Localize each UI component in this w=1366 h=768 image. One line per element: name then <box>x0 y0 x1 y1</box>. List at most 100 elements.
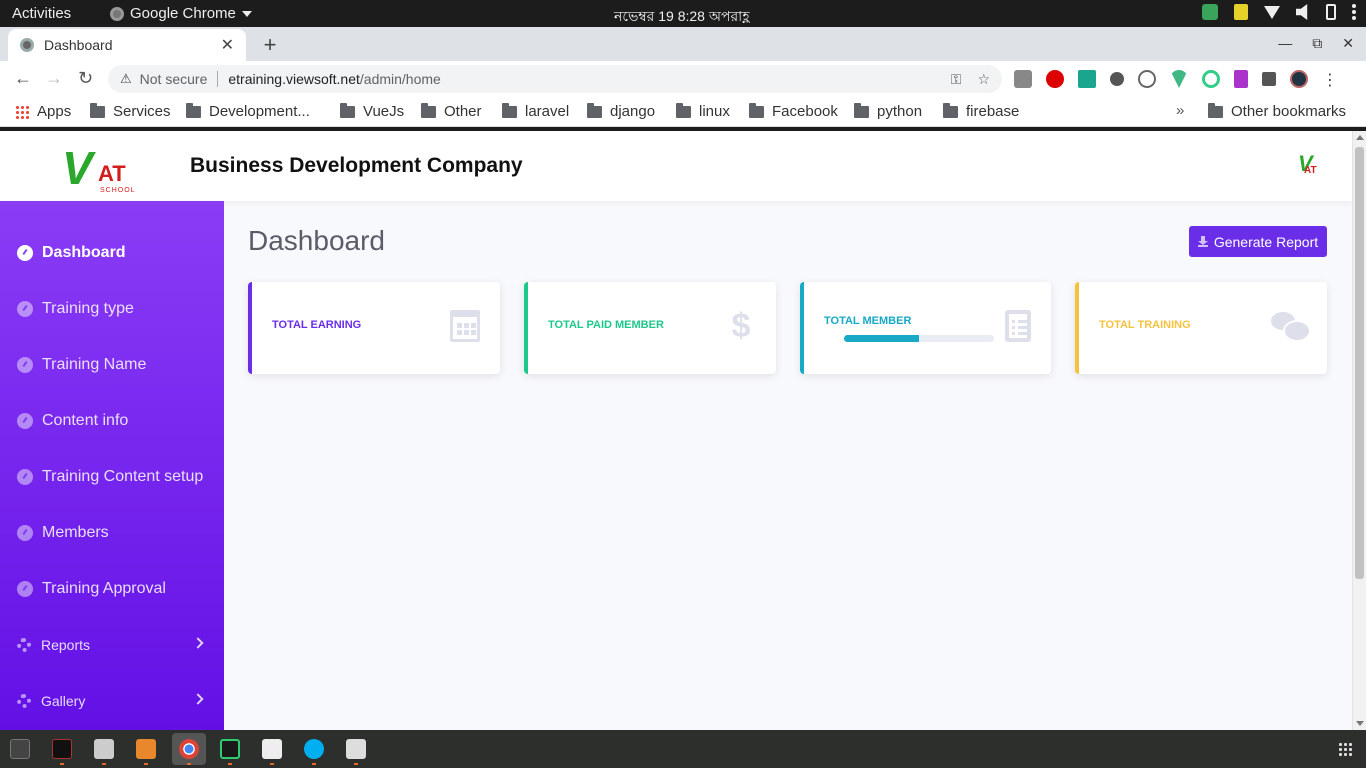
sidebar-item-reports[interactable]: Reports <box>0 625 224 665</box>
bookmark-label: Facebook <box>772 103 838 120</box>
star-icon[interactable]: ☆ <box>977 71 990 88</box>
bookmark-apps[interactable]: Apps <box>15 103 71 120</box>
folder-icon <box>90 102 105 118</box>
move-icon[interactable] <box>1110 72 1124 86</box>
security-label[interactable]: Not secure <box>140 71 208 87</box>
update-icon[interactable] <box>1202 4 1218 20</box>
system-tray[interactable] <box>1202 4 1356 20</box>
menu-icon[interactable] <box>1352 10 1356 14</box>
url-path: /admin/home <box>359 71 441 87</box>
forward-icon[interactable]: → <box>45 68 63 89</box>
bookmark-label: VueJs <box>363 103 405 120</box>
sidebar-item-training-name[interactable]: Training Name <box>0 345 224 385</box>
wifi-icon[interactable] <box>1264 5 1280 19</box>
dollar-icon: $ <box>731 307 751 345</box>
new-tab-button[interactable]: + <box>259 32 281 58</box>
logo-v: V <box>62 142 93 194</box>
sublime-icon[interactable] <box>136 739 156 759</box>
bookmark-folder[interactable]: firebase <box>943 102 1020 120</box>
folder-icon <box>943 102 958 118</box>
scroll-down-icon[interactable] <box>1356 721 1364 726</box>
chrome-icon <box>110 6 124 21</box>
sidebar: Dashboard Training type Training Name Co… <box>0 201 224 730</box>
sidebar-item-gallery[interactable]: Gallery <box>0 681 224 721</box>
restore-icon[interactable]: ⧉ <box>1312 35 1322 52</box>
scroll-up-icon[interactable] <box>1356 135 1364 140</box>
folder-icon <box>676 102 691 118</box>
stat-card-total-earning: TOTAL EARNING <box>248 282 500 374</box>
bookmark-folder[interactable]: Facebook <box>749 102 838 120</box>
volume-icon[interactable] <box>1296 4 1308 20</box>
running-indicator <box>312 763 316 765</box>
back-icon[interactable]: ← <box>14 68 32 89</box>
sidebar-item-label: Training Approval <box>42 580 166 597</box>
text-editor-icon[interactable] <box>262 739 282 759</box>
bookmark-folder[interactable]: linux <box>676 102 730 120</box>
user-avatar[interactable]: V AT <box>1298 151 1317 183</box>
bookmark-folder[interactable]: Services <box>90 102 171 120</box>
skype-icon[interactable] <box>304 739 324 759</box>
page-scrollbar[interactable] <box>1352 131 1366 730</box>
logo-at: AT <box>1304 165 1317 176</box>
warning-icon[interactable]: ⚠ <box>120 71 132 87</box>
bookmark-label: django <box>610 103 656 120</box>
activities-button[interactable]: Activities <box>12 5 71 22</box>
sidebar-item-dashboard[interactable]: Dashboard <box>0 233 224 273</box>
bookmarks-overflow-button[interactable]: » <box>1176 102 1184 119</box>
dock <box>0 730 1366 768</box>
profile-avatar[interactable] <box>1290 70 1308 88</box>
other-bookmarks[interactable]: Other bookmarks <box>1208 102 1347 120</box>
app-name: Google Chrome <box>130 5 236 22</box>
bookmark-folder[interactable]: laravel <box>502 102 569 120</box>
chrome-icon[interactable] <box>179 739 199 759</box>
address-bar[interactable]: ⚠ Not secure etraining.viewsoft.net/admi… <box>108 65 1002 93</box>
tab-dashboard[interactable]: Dashboard ✕ <box>8 29 246 61</box>
bookmark-label: firebase <box>966 103 1020 120</box>
vue-icon[interactable] <box>1170 70 1188 88</box>
feather-icon[interactable] <box>1234 70 1248 88</box>
calendar-icon <box>450 310 480 342</box>
pycharm-icon[interactable] <box>220 739 240 759</box>
bookmark-folder[interactable]: VueJs <box>340 102 405 120</box>
bookmark-folder[interactable]: Development... <box>186 102 310 120</box>
bookmark-folder[interactable]: python <box>854 102 922 120</box>
key-icon[interactable]: ⚿ <box>951 71 962 88</box>
folder-icon <box>340 102 355 118</box>
clock[interactable]: নভেম্বর 19 8:28 অপরাহ্ণ <box>614 5 750 29</box>
phone-icon[interactable] <box>1326 4 1336 20</box>
sidebar-item-content-info[interactable]: Content info <box>0 401 224 441</box>
url-host: etraining.viewsoft.net <box>228 71 360 87</box>
adblock-icon[interactable] <box>1046 70 1064 88</box>
bookmark-folder[interactable]: Other <box>421 102 482 120</box>
mail-icon[interactable] <box>1078 70 1096 88</box>
tachometer-icon <box>17 413 33 429</box>
notes-icon[interactable] <box>1234 4 1248 20</box>
sidebar-item-label: Members <box>42 524 109 541</box>
files-icon[interactable] <box>94 739 114 759</box>
sidebar-item-training-approval[interactable]: Training Approval <box>0 569 224 609</box>
scroll-thumb[interactable] <box>1355 147 1364 579</box>
minimize-icon[interactable]: — <box>1278 35 1292 52</box>
puzzle-icon[interactable] <box>1262 72 1276 86</box>
terminal-alt-icon[interactable] <box>52 739 72 759</box>
reload-icon[interactable]: ↻ <box>78 68 93 89</box>
close-icon[interactable]: ✕ <box>221 35 234 55</box>
camera-icon[interactable] <box>1014 70 1032 88</box>
vat-school-logo[interactable]: V AT SCHOOL <box>62 137 142 197</box>
code-icon[interactable] <box>1138 70 1156 88</box>
bookmark-label: Other <box>444 103 482 120</box>
more-icon[interactable]: ⋮ <box>1322 70 1338 89</box>
generate-report-button[interactable]: Generate Report <box>1189 226 1327 257</box>
stat-card-total-paid-member: TOTAL PAID MEMBER $ <box>524 282 776 374</box>
image-viewer-icon[interactable] <box>346 739 366 759</box>
app-menu[interactable]: Google Chrome <box>110 5 252 22</box>
close-window-icon[interactable]: ✕ <box>1342 35 1354 52</box>
terminal-icon[interactable] <box>10 739 30 759</box>
sidebar-item-members[interactable]: Members <box>0 513 224 553</box>
bookmark-label: Other bookmarks <box>1231 103 1347 120</box>
sidebar-item-training-type[interactable]: Training type <box>0 289 224 329</box>
sidebar-item-training-content-setup[interactable]: Training Content setup <box>0 457 224 497</box>
color-icon[interactable] <box>1202 70 1220 88</box>
show-applications-icon[interactable] <box>1338 742 1352 756</box>
bookmark-folder[interactable]: django <box>587 102 656 120</box>
